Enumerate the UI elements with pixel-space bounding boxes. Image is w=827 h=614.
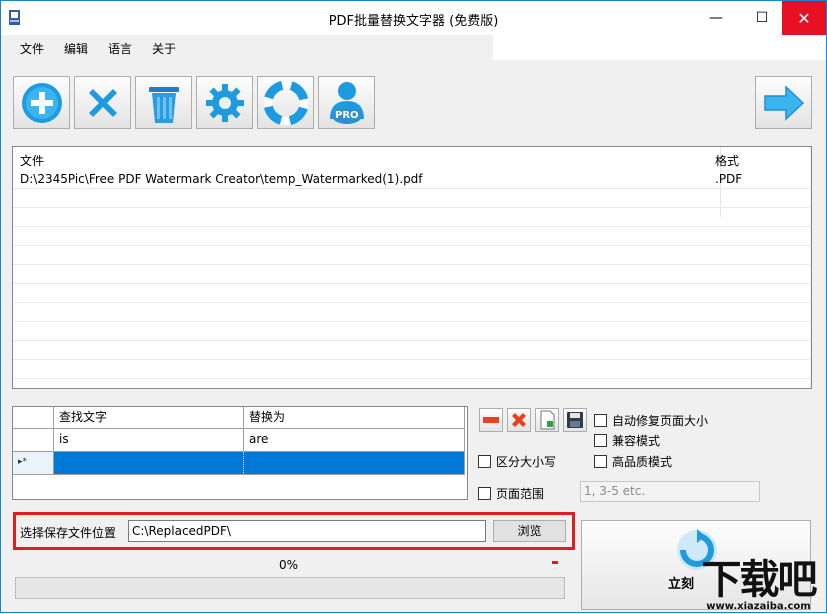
pro-button[interactable]: PRO <box>318 76 375 129</box>
add-file-button[interactable] <box>13 76 70 129</box>
gear-icon <box>205 83 244 122</box>
trash-icon <box>148 86 179 123</box>
page-range-checkbox[interactable]: 页面范围 <box>478 485 544 502</box>
table-row-empty <box>13 361 811 379</box>
menu-bar-blank <box>493 35 826 60</box>
red-mark <box>552 561 558 564</box>
watermark-text: 下载吧 <box>701 557 818 603</box>
case-sensitive-checkbox[interactable]: 区分大小写 <box>478 453 556 470</box>
table-row-empty <box>13 304 811 322</box>
save-list-button[interactable] <box>563 408 587 432</box>
save-path-input[interactable]: C:\ReplacedPDF\ <box>128 520 486 542</box>
checkbox-label: 兼容模式 <box>612 434 661 448</box>
clear-rows-button[interactable] <box>507 408 531 432</box>
arrow-right-icon <box>763 84 804 121</box>
watermark-logo: 下载吧 www.xiazaiba.com <box>689 557 827 614</box>
add-icon <box>21 82 62 123</box>
maximize-button[interactable]: ☐ <box>740 1 784 35</box>
minimize-icon: — <box>709 10 723 26</box>
column-header-find[interactable]: 查找文字 <box>54 407 244 429</box>
minimize-button[interactable]: — <box>694 1 738 35</box>
title-bar: PDF批量替换文字器 (免费版) — ☐ ✕ <box>1 1 826 35</box>
remove-file-button[interactable] <box>74 76 131 129</box>
compatible-mode-checkbox[interactable]: 兼容模式 <box>594 432 660 449</box>
checkbox-box <box>478 455 491 468</box>
progress-percent: 0% <box>279 558 299 572</box>
replace-grid[interactable]: 查找文字 替换为 is are ▸* <box>12 406 468 500</box>
checkbox-label: 高品质模式 <box>612 455 673 469</box>
help-button[interactable] <box>257 76 314 129</box>
table-row-empty <box>13 228 811 246</box>
settings-button[interactable] <box>196 76 253 129</box>
import-button[interactable] <box>535 408 559 432</box>
table-row-empty <box>13 323 811 341</box>
checkbox-label: 自动修复页面大小 <box>612 414 709 428</box>
new-row-marker[interactable]: ▸* <box>13 452 54 475</box>
high-quality-mode-checkbox[interactable]: 高品质模式 <box>594 453 672 470</box>
close-icon: ✕ <box>797 8 811 28</box>
table-row-empty <box>13 266 811 284</box>
pro-badge: PRO <box>335 110 359 121</box>
new-replace-cell[interactable] <box>244 452 465 475</box>
menu-about[interactable]: 关于 <box>152 40 176 57</box>
toolbar: PRO <box>1 60 826 145</box>
new-find-cell[interactable] <box>54 452 244 475</box>
watermark-url: www.xiazaiba.com <box>706 601 811 612</box>
clear-list-button[interactable] <box>135 76 192 129</box>
menu-language[interactable]: 语言 <box>108 40 132 57</box>
table-row-empty <box>13 342 811 360</box>
checkbox-box <box>478 487 491 500</box>
save-location-box: 选择保存文件位置 C:\ReplacedPDF\ 浏览 <box>13 512 575 550</box>
menu-edit[interactable]: 编辑 <box>64 40 88 57</box>
auto-fix-page-size-checkbox[interactable]: 自动修复页面大小 <box>594 412 708 429</box>
minus-icon <box>483 417 499 423</box>
page-range-input[interactable]: 1, 3-5 etc. <box>580 481 760 502</box>
floppy-disk-icon <box>567 412 583 428</box>
table-row[interactable]: D:\2345Pic\Free PDF Watermark Creator\te… <box>13 171 811 189</box>
import-file-icon <box>540 410 555 430</box>
file-format-cell: .PDF <box>715 172 743 186</box>
file-path-cell: D:\2345Pic\Free PDF Watermark Creator\te… <box>20 172 423 186</box>
column-header-file[interactable]: 文件 <box>20 152 44 169</box>
row-header[interactable] <box>13 429 54 452</box>
find-text-cell[interactable]: is <box>54 429 244 452</box>
maximize-icon: ☐ <box>755 10 769 26</box>
column-header-replace[interactable]: 替换为 <box>244 407 465 429</box>
next-button[interactable] <box>755 76 812 129</box>
checkbox-label: 页面范围 <box>496 487 545 501</box>
checkbox-label: 区分大小写 <box>496 455 557 469</box>
menu-file[interactable]: 文件 <box>20 40 44 57</box>
browse-button[interactable]: 浏览 <box>493 520 566 542</box>
close-button[interactable]: ✕ <box>782 1 826 35</box>
red-x-icon <box>512 413 526 427</box>
table-row-empty <box>13 285 811 303</box>
remove-icon <box>88 88 117 117</box>
checkbox-box <box>594 455 607 468</box>
delete-row-button[interactable] <box>479 408 503 432</box>
file-list[interactable]: 文件 格式 D:\2345Pic\Free PDF Watermark Crea… <box>12 146 812 389</box>
column-header-format[interactable]: 格式 <box>715 152 739 169</box>
table-row-empty <box>13 247 811 265</box>
replace-text-cell[interactable]: are <box>244 429 465 452</box>
checkbox-box <box>594 434 607 447</box>
save-location-label: 选择保存文件位置 <box>20 526 117 540</box>
grid-corner <box>13 407 54 429</box>
table-row-empty <box>13 190 811 208</box>
progress-bar <box>15 577 565 599</box>
checkbox-box <box>594 414 607 427</box>
table-row-empty <box>13 209 811 227</box>
lifebuoy-icon <box>263 80 308 125</box>
app-window: PDF批量替换文字器 (免费版) — ☐ ✕ 文件 编辑 语言 关于 PRO 文… <box>0 0 827 613</box>
